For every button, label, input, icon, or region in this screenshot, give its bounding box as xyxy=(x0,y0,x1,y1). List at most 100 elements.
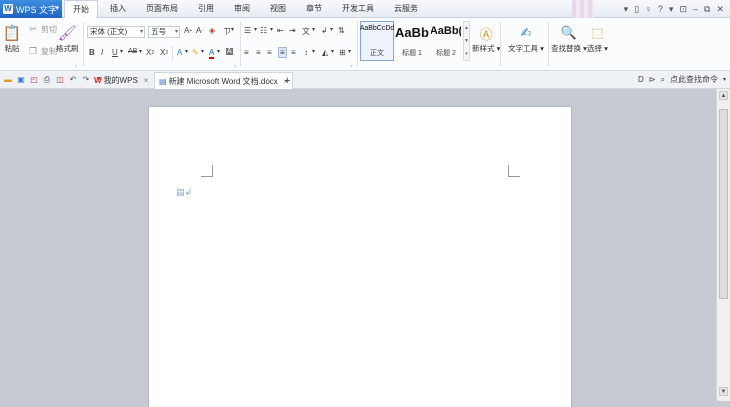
align-left-icon[interactable]: ≡ xyxy=(244,48,249,57)
scroll-thumb[interactable] xyxy=(719,109,728,299)
paste-button[interactable]: 📋 粘贴 xyxy=(2,23,22,54)
line-spacing-icon[interactable]: ↕ xyxy=(304,48,308,57)
tab-section[interactable]: 章节 xyxy=(298,0,330,18)
scroll-up-button[interactable]: ▲ xyxy=(719,91,728,100)
text-tools-label: 文字工具 ▾ xyxy=(508,44,544,53)
style-normal[interactable]: AaBbCcDd 正文 xyxy=(360,21,394,61)
skin-icon[interactable]: ▾ xyxy=(624,4,629,15)
save-icon[interactable]: ▣ xyxy=(16,74,26,85)
tab-insert[interactable]: 插入 xyxy=(102,0,134,18)
chevron-down-icon[interactable]: ▾ xyxy=(312,48,315,55)
tab-developer[interactable]: 开发工具 xyxy=(334,0,382,18)
tab-page-layout[interactable]: 页面布局 xyxy=(138,0,186,18)
minimize-button[interactable]: – xyxy=(693,4,698,14)
bold-icon[interactable]: B xyxy=(89,48,95,57)
sidebar-toggle-icon[interactable]: D xyxy=(638,75,644,84)
feedback-icon[interactable]: ▯ xyxy=(634,4,639,15)
increase-indent-icon[interactable]: ⇥ xyxy=(289,26,296,35)
align-right-icon[interactable]: ≡ xyxy=(267,48,272,57)
styles-gallery-scroll[interactable]: ▲ ▼ ▾ xyxy=(463,21,470,61)
group-launcher-icon[interactable]: ⌟ xyxy=(75,62,81,68)
new-style-button[interactable]: Ⓐ 新样式 ▾ xyxy=(472,23,500,54)
shading-icon[interactable]: ◭ xyxy=(322,48,328,57)
style-heading-2[interactable]: AaBb( 标题 2 xyxy=(430,21,462,61)
command-search-label[interactable]: 点此查找命令 xyxy=(670,74,718,85)
subscript-icon[interactable]: X2 xyxy=(160,48,168,57)
text-effect-icon[interactable]: A xyxy=(177,48,182,57)
copy-button[interactable]: ❐ 复制 xyxy=(27,45,57,57)
tools-icon[interactable]: ⊳ xyxy=(649,75,656,84)
distributed-icon[interactable]: ≡ xyxy=(291,48,296,57)
scroll-down-button[interactable]: ▼ xyxy=(719,387,728,396)
select-button[interactable]: ⬚ 选择 ▾ xyxy=(587,23,608,54)
numbering-icon[interactable]: ☷ xyxy=(260,26,267,35)
close-button[interactable]: ✕ xyxy=(716,4,724,15)
decrease-indent-icon[interactable]: ⇤ xyxy=(277,26,284,35)
style-heading-1[interactable]: AaBb 标题 1 xyxy=(395,21,429,61)
phonetic-icon[interactable]: ㄗ xyxy=(223,26,231,37)
tab-view[interactable]: 视图 xyxy=(262,0,294,18)
chevron-down-icon[interactable]: ▾ xyxy=(331,48,334,55)
undo-icon[interactable]: ↶ xyxy=(68,74,78,85)
group-launcher-icon[interactable]: ⌟ xyxy=(350,62,356,68)
app-menu-button[interactable]: W WPS 文字 ▾ xyxy=(0,0,62,18)
tab-cloud[interactable]: 云服务 xyxy=(386,0,426,18)
strikethrough-icon[interactable]: AB xyxy=(128,48,137,55)
borders-icon[interactable]: ⊞ xyxy=(339,48,346,57)
open-icon[interactable]: ▬ xyxy=(3,74,13,85)
chevron-down-icon[interactable]: ▾ xyxy=(669,4,674,15)
tab-references[interactable]: 引用 xyxy=(190,0,222,18)
chevron-down-icon[interactable]: ▾ xyxy=(120,48,123,55)
underline-icon[interactable]: U xyxy=(112,48,118,57)
tab-review[interactable]: 审阅 xyxy=(226,0,258,18)
restore-ribbon-icon[interactable]: ⊡ xyxy=(679,4,687,15)
chevron-down-icon[interactable]: ▾ xyxy=(201,48,204,55)
font-size-select[interactable]: 五号 ▾ xyxy=(148,26,180,38)
chevron-down-icon[interactable]: ▾ xyxy=(348,48,351,55)
highlight-icon[interactable]: ✎ xyxy=(192,48,199,57)
format-painter-button[interactable]: 🖌 格式刷 xyxy=(56,23,79,54)
new-tab-button[interactable]: + xyxy=(280,72,294,89)
print-preview-icon[interactable]: ◰ xyxy=(29,74,39,85)
tab-home[interactable]: 开始 xyxy=(64,0,98,19)
text-tools-button[interactable]: ✍ 文字工具 ▾ xyxy=(508,23,544,54)
bullets-icon[interactable]: ☰ xyxy=(244,26,251,35)
avatar[interactable] xyxy=(572,0,594,18)
align-center-icon[interactable]: ≡ xyxy=(256,48,261,57)
close-icon[interactable]: × xyxy=(144,76,149,85)
grow-font-icon[interactable]: A + xyxy=(184,26,192,35)
pdf-icon[interactable]: ◫ xyxy=(55,74,65,85)
chevron-down-icon[interactable]: ▾ xyxy=(723,76,726,83)
italic-icon[interactable]: I xyxy=(101,48,103,57)
sort-icon[interactable]: ⇅ xyxy=(338,26,345,35)
shrink-font-icon[interactable]: A- xyxy=(196,26,203,35)
justify-icon[interactable]: ≡ xyxy=(278,47,287,58)
help-icon[interactable]: ? xyxy=(658,4,663,14)
show-hide-marks-icon[interactable]: ↲ xyxy=(321,26,328,35)
chevron-down-icon[interactable]: ▾ xyxy=(217,48,220,55)
chevron-down-icon[interactable]: ▾ xyxy=(139,48,142,55)
superscript-icon[interactable]: X2 xyxy=(146,48,154,57)
shirt-icon[interactable]: ♀ xyxy=(645,4,652,14)
maximize-button[interactable]: ⧉ xyxy=(704,4,710,15)
tab-my-wps[interactable]: W 我的WPS × xyxy=(90,72,152,89)
chevron-down-icon[interactable]: ▾ xyxy=(270,26,273,33)
clear-format-icon[interactable]: ◈ xyxy=(209,26,215,35)
document-page[interactable]: ▤↲ xyxy=(149,107,571,407)
tab-document[interactable]: ▤ 新建 Microsoft Word 文档.docx × xyxy=(154,72,294,89)
chevron-down-icon[interactable]: ▾ xyxy=(254,26,257,33)
clipboard-icon: 📋 xyxy=(2,25,22,42)
print-icon[interactable]: ⎙ xyxy=(42,74,52,85)
chevron-down-icon[interactable]: ▾ xyxy=(231,26,234,33)
chevron-down-icon[interactable]: ▾ xyxy=(312,26,315,33)
chinese-layout-icon[interactable]: 文 xyxy=(302,26,310,37)
char-shading-icon[interactable]: A xyxy=(226,48,233,55)
cut-button[interactable]: ✂ 剪切 xyxy=(27,23,57,35)
chevron-down-icon[interactable]: ▾ xyxy=(330,26,333,33)
font-color-icon[interactable]: A xyxy=(209,48,215,59)
find-replace-button[interactable]: 🔍 查找替换 ▾ xyxy=(551,23,587,54)
vertical-scrollbar[interactable]: ▲ ▼ xyxy=(716,89,730,401)
chevron-down-icon[interactable]: ▾ xyxy=(185,48,188,55)
font-name-select[interactable]: 宋体 (正文) ▾ xyxy=(87,26,145,38)
command-search[interactable]: D ⊳ ⌕ 点此查找命令 ▾ xyxy=(638,74,726,85)
